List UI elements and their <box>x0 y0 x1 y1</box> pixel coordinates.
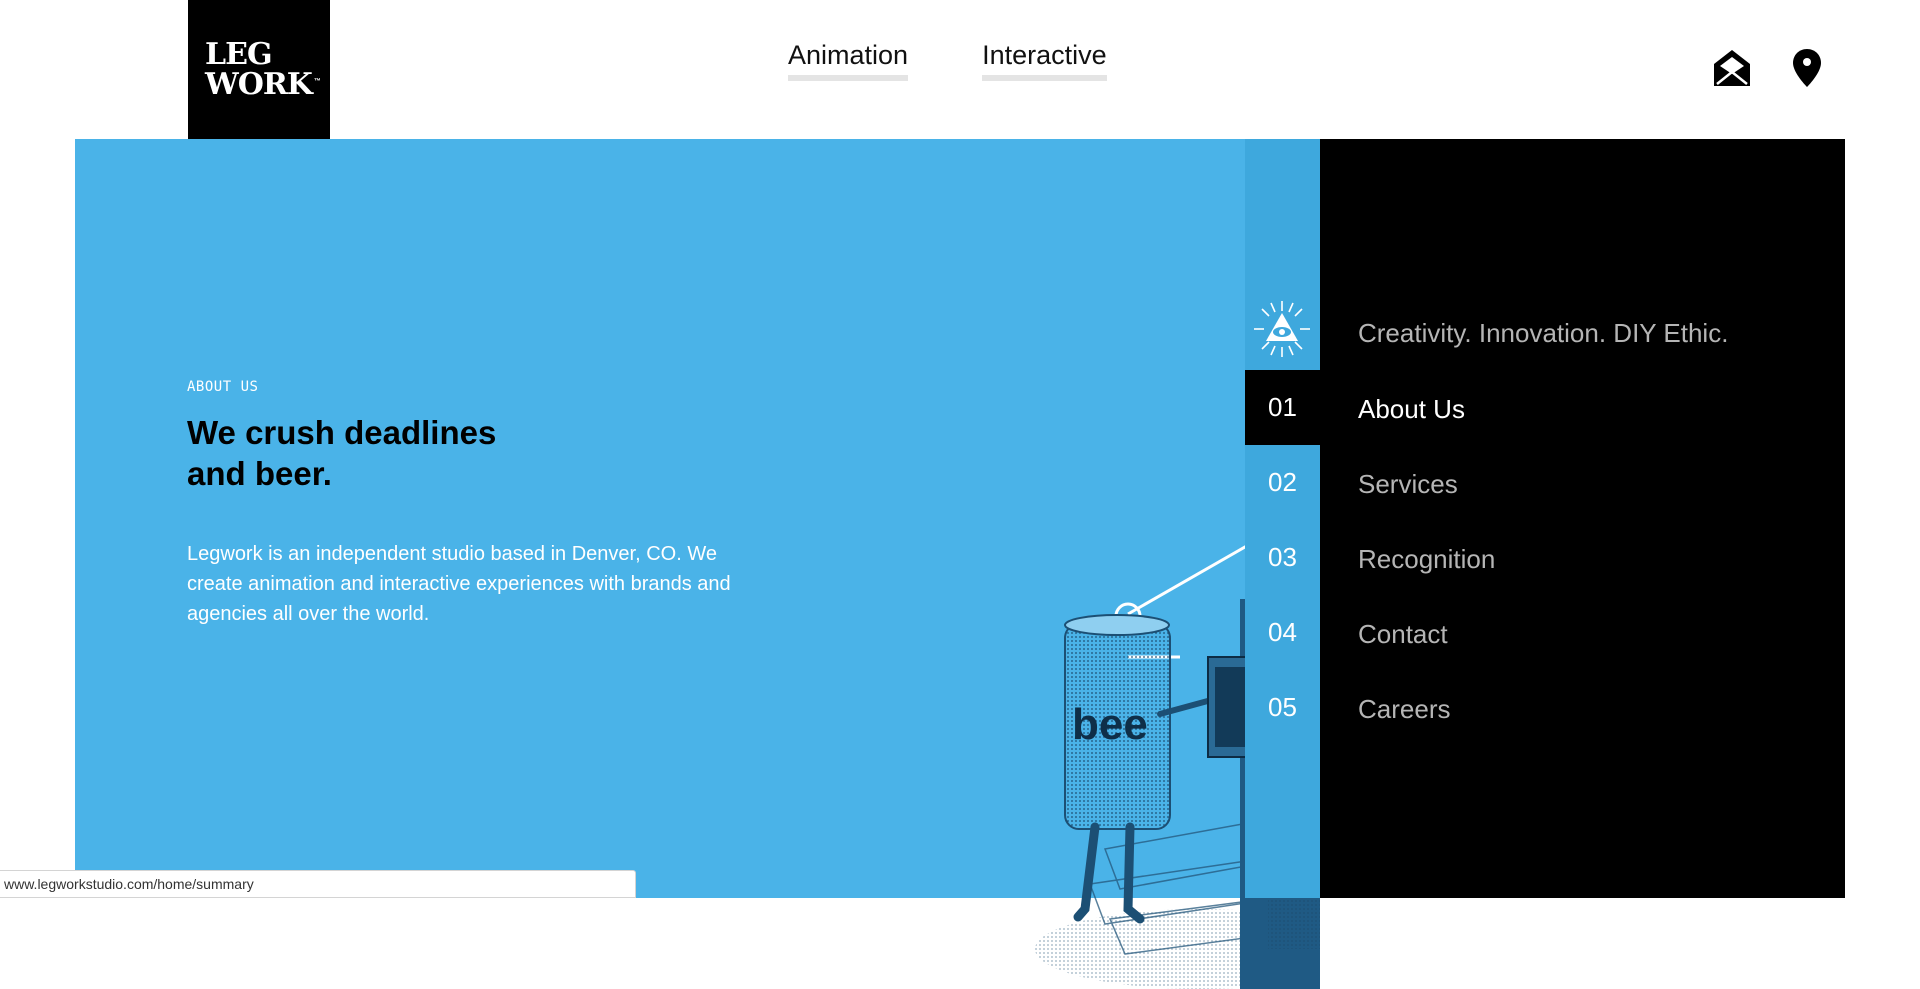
mail-icon[interactable] <box>1712 48 1752 93</box>
side-nav-number-03[interactable]: 03 <box>1245 520 1320 595</box>
nav-animation-link[interactable]: Animation <box>788 40 909 81</box>
side-nav-item-services[interactable]: Services <box>1358 469 1458 500</box>
side-nav-number-02[interactable]: 02 <box>1245 445 1320 520</box>
side-nav-item-recognition[interactable]: Recognition <box>1358 544 1495 575</box>
hero-body-copy: Legwork is an independent studio based i… <box>187 543 731 625</box>
hero-headline: We crush deadlines and beer. <box>187 412 607 494</box>
nav-interactive-link[interactable]: Interactive <box>982 40 1107 81</box>
svg-text:bee: bee <box>1072 700 1148 749</box>
location-pin-icon[interactable] <box>1792 48 1822 93</box>
side-nav-number-05[interactable]: 05 <box>1245 670 1320 745</box>
hero-section: ABOUT US We crush deadlines and beer. Le… <box>75 139 1320 989</box>
top-nav: Animation Interactive <box>788 40 1107 81</box>
side-nav-item-contact[interactable]: Contact <box>1358 619 1448 650</box>
tagline: Creativity. Innovation. DIY Ethic. <box>1358 318 1729 348</box>
side-nav-item-careers[interactable]: Careers <box>1358 694 1450 725</box>
logo-line-2: WORK <box>205 66 313 102</box>
headline-line-2: and beer. <box>187 455 332 492</box>
legwork-logo[interactable]: LEG WORK ™ <box>188 0 330 139</box>
all-seeing-eye-icon <box>1254 301 1310 362</box>
headline-line-1: We crush deadlines <box>187 414 497 451</box>
status-url: www.legworkstudio.com/home/summary <box>4 876 254 892</box>
side-nav-panel <box>1320 139 1845 898</box>
logo-trademark: ™ <box>313 77 321 85</box>
logo-line-1: LEG <box>205 36 273 72</box>
section-eyebrow: ABOUT US <box>187 379 259 395</box>
browser-status-bar: www.legworkstudio.com/home/summary <box>0 870 636 898</box>
side-nav-number-01[interactable]: 01 <box>1245 370 1320 445</box>
side-nav-item-about-us[interactable]: About Us <box>1358 394 1465 425</box>
side-nav-number-04[interactable]: 04 <box>1245 595 1320 670</box>
